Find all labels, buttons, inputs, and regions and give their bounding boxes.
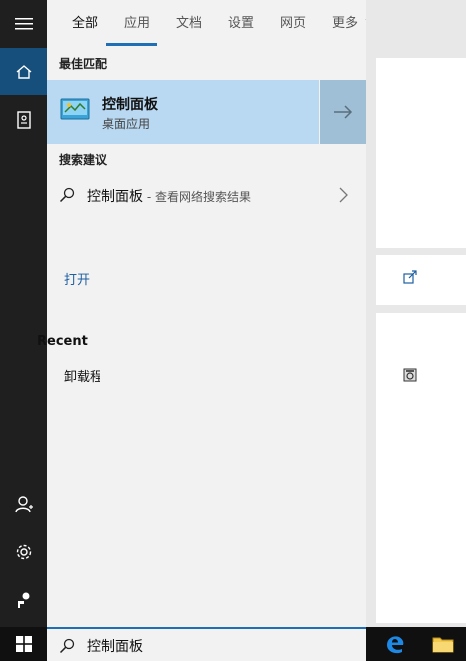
account-button[interactable] bbox=[0, 480, 47, 527]
gear-icon bbox=[16, 544, 31, 559]
start-button[interactable] bbox=[0, 627, 47, 661]
tab-web[interactable]: 网页 bbox=[280, 12, 306, 31]
control-panel-icon bbox=[60, 98, 90, 120]
settings-button[interactable] bbox=[0, 528, 47, 575]
preview-header-card bbox=[376, 58, 466, 248]
results-pane: 最佳匹配 控制面板 桌面应用 搜索建议 控制面板 - 查看网络搜索结果 bbox=[47, 47, 366, 627]
home-icon bbox=[16, 64, 31, 79]
suggestion-hint: - 查看网络搜索结果 bbox=[143, 190, 251, 204]
open-action-label[interactable]: 打开 bbox=[64, 269, 90, 288]
windows-start-icon bbox=[15, 636, 32, 652]
taskbar-search-box[interactable]: 控制面板 bbox=[47, 627, 366, 661]
suggestion-term: 控制面板 bbox=[87, 189, 143, 205]
tab-more[interactable]: 更多 bbox=[332, 12, 358, 31]
left-rail bbox=[0, 0, 47, 627]
file-explorer-icon bbox=[432, 637, 454, 653]
tab-settings[interactable]: 设置 bbox=[228, 12, 254, 31]
edge-icon bbox=[387, 636, 404, 654]
tab-apps[interactable]: 应用 bbox=[124, 12, 150, 31]
recent-card bbox=[376, 313, 466, 623]
tab-documents[interactable]: 文档 bbox=[176, 12, 202, 31]
notebook-icon bbox=[16, 110, 31, 129]
expand-details-button[interactable] bbox=[319, 80, 366, 144]
tab-all[interactable]: 全部 bbox=[72, 12, 98, 31]
search-icon bbox=[59, 187, 75, 203]
chevron-right-icon bbox=[339, 187, 348, 203]
best-match-subtitle: 桌面应用 bbox=[102, 117, 151, 131]
active-tab-indicator bbox=[106, 43, 157, 46]
best-match-item[interactable]: 控制面板 桌面应用 bbox=[47, 80, 319, 144]
filter-tabs: 全部 应用 文档 设置 网页 更多 bbox=[47, 0, 379, 47]
hamburger-icon bbox=[14, 17, 33, 29]
feedback-button[interactable] bbox=[0, 576, 47, 623]
recent-item[interactable]: 卸载程 bbox=[64, 366, 100, 385]
uninstall-program-icon bbox=[403, 368, 417, 382]
preview-pane bbox=[366, 0, 466, 627]
explorer-taskbar-button[interactable] bbox=[420, 627, 466, 661]
best-match-header: 最佳匹配 bbox=[59, 57, 108, 71]
search-icon bbox=[59, 638, 75, 654]
arrow-right-icon bbox=[334, 105, 353, 119]
menu-button[interactable] bbox=[0, 0, 47, 47]
open-icon bbox=[403, 270, 417, 284]
web-suggestion-item[interactable]: 控制面板 - 查看网络搜索结果 bbox=[47, 175, 366, 215]
edge-taskbar-button[interactable] bbox=[372, 627, 418, 661]
open-action-card[interactable] bbox=[376, 255, 466, 305]
feedback-icon bbox=[17, 592, 29, 608]
search-input[interactable]: 控制面板 bbox=[87, 636, 143, 656]
suggestions-header: 搜索建议 bbox=[59, 153, 108, 167]
home-button[interactable] bbox=[0, 48, 47, 95]
user-icon bbox=[14, 495, 33, 512]
best-match-title: 控制面板 bbox=[102, 97, 158, 113]
notebook-button[interactable] bbox=[0, 96, 47, 143]
recent-heading: Recent bbox=[37, 334, 88, 349]
